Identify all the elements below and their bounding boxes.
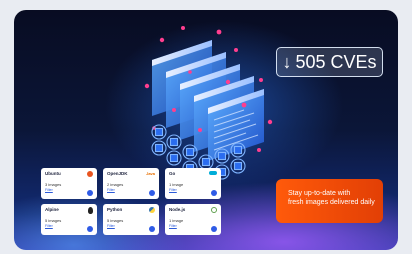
tile-count: 3 images bbox=[45, 182, 62, 187]
java-logo-icon: Java bbox=[146, 171, 155, 176]
tile-name: Go bbox=[169, 171, 176, 176]
arrow-right-icon[interactable] bbox=[211, 226, 217, 232]
image-tile-ubuntu[interactable]: Ubuntu 3 images Filter bbox=[41, 168, 97, 199]
tile-name: Node.js bbox=[169, 207, 186, 212]
cve-count-label: 505 CVEs bbox=[295, 51, 377, 72]
tile-count: 5 images bbox=[45, 218, 62, 223]
image-tile-nodejs[interactable]: Node.js 1 image Filter bbox=[165, 204, 221, 235]
tile-filter-link[interactable]: Filter bbox=[169, 188, 177, 192]
image-tiles-grid: Ubuntu 3 images Filter OpenJDK Java 2 im… bbox=[41, 168, 221, 238]
arrow-down-icon: ↓ bbox=[282, 51, 292, 72]
image-tile-openjdk[interactable]: OpenJDK Java 2 images Filter bbox=[103, 168, 159, 199]
image-tile-go[interactable]: Go 1 image Filter bbox=[165, 168, 221, 199]
python-logo-icon bbox=[149, 207, 155, 213]
cve-reduction-badge: ↓ 505 CVEs bbox=[276, 47, 383, 77]
tile-name: OpenJDK bbox=[107, 171, 128, 176]
penguin-logo-icon bbox=[88, 207, 93, 214]
window-stack bbox=[144, 26, 273, 161]
tile-filter-link[interactable]: Filter bbox=[45, 224, 53, 228]
arrow-right-icon[interactable] bbox=[211, 190, 217, 196]
image-tile-python[interactable]: Python 5 images Filter bbox=[103, 204, 159, 235]
tile-filter-link[interactable]: Filter bbox=[107, 224, 115, 228]
tile-count: 1 image bbox=[169, 182, 184, 187]
image-tile-alpine[interactable]: Alpine 5 images Filter bbox=[41, 204, 97, 235]
tile-filter-link[interactable]: Filter bbox=[45, 188, 53, 192]
tile-name: Python bbox=[107, 207, 123, 212]
arrow-right-icon[interactable] bbox=[87, 190, 93, 196]
tile-filter-link[interactable]: Filter bbox=[169, 224, 177, 228]
arrow-right-icon[interactable] bbox=[149, 226, 155, 232]
hero-banner-card: ↓ 505 CVEs Stay up-to-date with fresh im… bbox=[14, 10, 398, 250]
promo-line-2: fresh images delivered daily bbox=[288, 199, 375, 206]
tile-name: Ubuntu bbox=[45, 171, 61, 176]
promo-box: Stay up-to-date with fresh images delive… bbox=[276, 179, 383, 223]
tile-count: 5 images bbox=[107, 218, 124, 223]
tile-count: 1 image bbox=[169, 218, 184, 223]
arrow-right-icon[interactable] bbox=[149, 190, 155, 196]
tile-count: 2 images bbox=[107, 182, 124, 187]
tile-filter-link[interactable]: Filter bbox=[107, 188, 115, 192]
nodejs-logo-icon bbox=[211, 207, 217, 213]
promo-line-1: Stay up-to-date with bbox=[288, 190, 351, 197]
arrow-right-icon[interactable] bbox=[87, 226, 93, 232]
ubuntu-logo-icon bbox=[87, 171, 93, 177]
tile-name: Alpine bbox=[45, 207, 59, 212]
go-logo-icon bbox=[209, 171, 217, 175]
